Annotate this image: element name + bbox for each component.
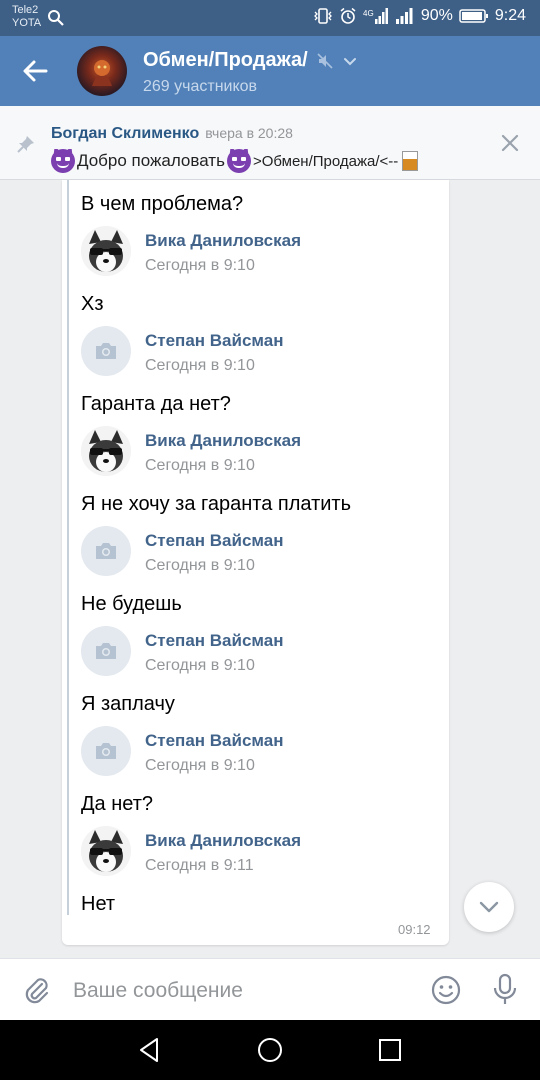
nav-home-icon[interactable] — [255, 1035, 285, 1065]
alarm-icon — [340, 7, 356, 24]
thread-message-text: Не будешь — [81, 580, 441, 628]
author-name[interactable]: Степан Вайсман — [145, 531, 283, 551]
quote-bar — [67, 180, 69, 915]
author-date: Сегодня в 9:10 — [145, 357, 255, 374]
message-text: Я не хочу за гаранта платить — [81, 493, 351, 515]
clock: 9:24 — [494, 7, 526, 24]
thread-message-text: Да нет? — [81, 780, 441, 828]
close-icon[interactable] — [500, 133, 520, 153]
avatar-placeholder[interactable] — [81, 326, 131, 376]
smile-icon[interactable] — [430, 974, 462, 1006]
message-text: Хз — [81, 293, 104, 315]
author-date: Сегодня в 9:10 — [145, 457, 255, 474]
message-input[interactable] — [73, 977, 413, 1005]
smiling-devil-emoji-icon — [51, 149, 75, 173]
camera-icon — [96, 543, 116, 559]
author-name[interactable]: Степан Вайсман — [145, 731, 283, 751]
message-text: Не будешь — [81, 593, 182, 615]
avatar[interactable] — [81, 426, 131, 476]
smiling-devil-emoji-icon — [226, 149, 251, 173]
message-text: Да нет? — [81, 793, 154, 815]
chat-member-count: 269 участников — [143, 78, 258, 95]
vibrate-icon — [313, 8, 332, 24]
muted-speaker-icon — [317, 52, 333, 69]
avatar-placeholder[interactable] — [81, 526, 131, 576]
camera-icon — [96, 743, 116, 759]
pin-icon — [17, 136, 34, 153]
pinned-message[interactable]: Богдан Склименко вчера в 20:28 Добро пожа… — [0, 106, 540, 180]
nav-recents-icon[interactable] — [375, 1035, 405, 1065]
battery-percent: 90% — [420, 7, 453, 24]
message-text: Нет — [81, 893, 116, 915]
thread-author: Степан Вайсман Сегодня в 9:10 — [81, 726, 441, 780]
svg-text:4G: 4G — [363, 9, 374, 18]
battery-icon — [459, 9, 488, 23]
search-icon — [48, 10, 64, 26]
author-name[interactable]: Вика Даниловская — [145, 431, 301, 451]
message-text: В чем проблема? — [81, 193, 244, 215]
arrow-left-icon[interactable] — [18, 54, 52, 88]
pinned-text: Добро пожаловать >Обмен/Продажа/<-- — [51, 149, 481, 173]
status-indicators: 4G 90% 9:24 — [313, 7, 526, 25]
signal-icon — [395, 8, 413, 24]
thread-message-text: Нет — [81, 880, 441, 928]
pinned-author: Богдан Склименко вчера в 20:28 — [51, 125, 293, 143]
chat-title-row[interactable]: Обмен/Продажа/ — [143, 49, 358, 72]
author-date: Сегодня в 9:10 — [145, 557, 255, 574]
whiskey-glass-emoji-icon — [402, 151, 419, 171]
carrier-line-2: YOTA — [12, 17, 42, 29]
thread-author: Степан Вайсман Сегодня в 9:10 — [81, 526, 441, 580]
pinned-author-name: Богдан Склименко — [51, 125, 200, 142]
chevron-down-icon — [479, 901, 499, 913]
author-name[interactable]: Вика Даниловская — [145, 231, 301, 251]
chevron-down-icon[interactable] — [342, 53, 358, 69]
thread-author: Вика Даниловская Сегодня в 9:10 — [81, 426, 441, 480]
forwarded-thread: В чем проблема? Вика Даниловская Сегодня в… — [81, 180, 441, 928]
message-text: Я заплачу — [81, 693, 175, 715]
avatar[interactable] — [81, 226, 131, 276]
chat-title: Обмен/Продажа/ — [143, 49, 308, 71]
author-date: Сегодня в 9:10 — [145, 757, 255, 774]
status-bar: Tele2 YOTA 4G 90% 9:24 — [0, 0, 540, 36]
avatar[interactable] — [81, 826, 131, 876]
microphone-icon[interactable] — [490, 973, 520, 1007]
avatar-placeholder[interactable] — [81, 726, 131, 776]
pinned-time: вчера в 20:28 — [205, 125, 293, 141]
system-nav-bar — [0, 1020, 540, 1080]
author-name[interactable]: Степан Вайсман — [145, 631, 283, 651]
author-name[interactable]: Степан Вайсман — [145, 331, 283, 351]
message-time: 09:12 — [398, 922, 431, 937]
camera-icon — [96, 343, 116, 359]
chat-header: Обмен/Продажа/ 269 участников — [0, 36, 540, 106]
pinned-text-part-2: >Обмен/Продажа/<-- — [252, 152, 399, 170]
nav-back-icon[interactable] — [135, 1035, 165, 1065]
thread-message-text: Я не хочу за гаранта платить — [81, 480, 441, 528]
message-text: Гаранта да нет? — [81, 393, 231, 415]
scroll-down-button[interactable] — [464, 882, 514, 932]
author-date: Сегодня в 9:10 — [145, 257, 255, 274]
thread-author: Вика Даниловская Сегодня в 9:10 — [81, 226, 441, 280]
pinned-text-part-1: Добро пожаловать — [77, 151, 225, 170]
carrier-line-1: Tele2 — [12, 4, 39, 16]
paperclip-icon[interactable] — [22, 975, 52, 1005]
thread-message-text: Я заплачу — [81, 680, 441, 728]
avatar-placeholder[interactable] — [81, 626, 131, 676]
author-date: Сегодня в 9:10 — [145, 657, 255, 674]
thread-message-text: Хз — [81, 280, 441, 328]
thread-author: Степан Вайсман Сегодня в 9:10 — [81, 626, 441, 680]
thread-message-text: В чем проблема? — [81, 180, 441, 228]
message-composer — [0, 958, 540, 1020]
author-name[interactable]: Вика Даниловская — [145, 831, 301, 851]
signal-4g-icon: 4G — [363, 8, 388, 24]
author-date: Сегодня в 9:11 — [145, 857, 254, 874]
chat-avatar[interactable] — [77, 46, 127, 96]
thread-message-text: Гаранта да нет? — [81, 380, 441, 428]
thread-author: Степан Вайсман Сегодня в 9:10 — [81, 326, 441, 380]
carrier-info: Tele2 YOTA — [12, 4, 41, 30]
thread-author: Вика Даниловская Сегодня в 9:11 — [81, 826, 441, 880]
camera-icon — [96, 643, 116, 659]
